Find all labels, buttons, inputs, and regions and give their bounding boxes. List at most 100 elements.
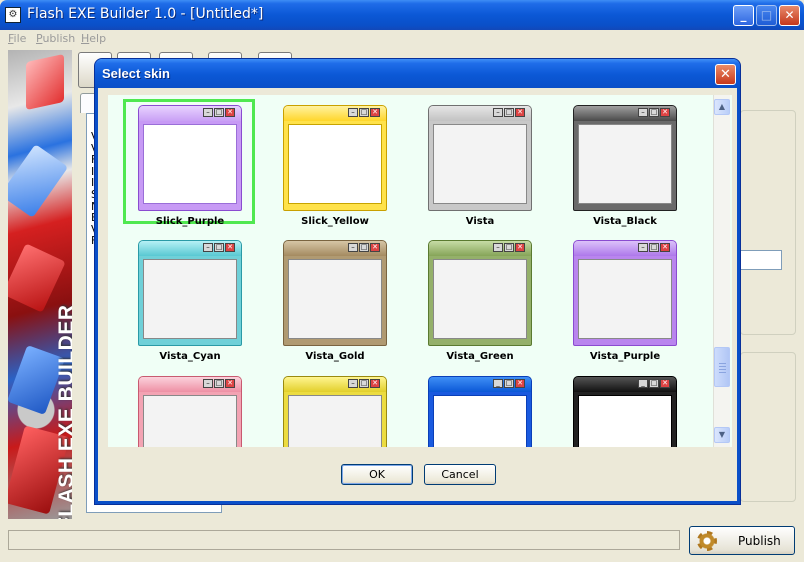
skin-preview-controls: – □ ✕ <box>203 108 235 118</box>
settings-field[interactable] <box>740 250 782 270</box>
skin-option[interactable]: – □ ✕ Vista_Green <box>428 240 532 366</box>
skin-preview-body <box>433 395 527 447</box>
skin-preview-titlebar: – □ ✕ <box>284 106 386 121</box>
close-icon: ✕ <box>370 108 380 117</box>
skin-preview-body <box>288 395 382 447</box>
close-icon: ✕ <box>515 379 525 388</box>
skin-preview: – □ ✕ <box>283 105 387 211</box>
skin-preview-body <box>578 395 672 447</box>
skin-name: Vista_Purple <box>589 351 661 362</box>
skin-preview-titlebar: – □ ✕ <box>429 241 531 256</box>
skin-name: Vista <box>465 216 495 227</box>
minimize-icon: – <box>493 108 503 117</box>
close-button[interactable]: ✕ <box>779 5 800 26</box>
minimize-icon: – <box>203 243 213 252</box>
skin-preview: – □ ✕ <box>428 240 532 346</box>
maximize-icon: □ <box>649 108 659 117</box>
skin-preview-titlebar: – □ ✕ <box>574 241 676 256</box>
maximize-icon: □ <box>649 243 659 252</box>
select-skin-dialog: Select skin ✕ – □ ✕ Slick_Purple – □ ✕ Slick_Ye… <box>95 59 740 504</box>
ok-button[interactable]: OK <box>341 464 413 485</box>
skin-preview-controls: _ □ ✕ <box>493 379 525 389</box>
dialog-close-button[interactable]: ✕ <box>715 64 736 85</box>
publish-button[interactable]: Publish <box>689 526 795 555</box>
close-icon: ✕ <box>660 379 670 388</box>
menu-publish[interactable]: Publish <box>36 32 75 45</box>
skin-preview-body <box>433 259 527 339</box>
maximize-icon: □ <box>214 108 224 117</box>
skin-preview-titlebar: _ □ ✕ <box>429 377 531 392</box>
settings-group-bottom <box>740 352 796 502</box>
skin-preview-controls: – □ ✕ <box>638 243 670 253</box>
skin-preview-controls: – □ ✕ <box>638 108 670 118</box>
minimize-icon: _ <box>638 379 648 388</box>
publish-label: Publish <box>738 534 781 548</box>
minimize-icon: – <box>348 108 358 117</box>
skin-preview-controls: – □ ✕ <box>348 243 380 253</box>
minimize-icon: – <box>638 243 648 252</box>
skin-preview: _ □ ✕ <box>428 376 532 447</box>
maximize-icon: □ <box>504 243 514 252</box>
skin-preview-controls: – □ ✕ <box>348 108 380 118</box>
minimize-icon: _ <box>493 379 503 388</box>
skin-preview-body <box>288 124 382 204</box>
skin-gallery-scrollbar[interactable]: ▲ ▼ <box>713 95 730 447</box>
skin-name: Slick_Yellow <box>301 216 369 227</box>
menu-help[interactable]: Help <box>81 32 106 45</box>
skin-option[interactable]: – □ ✕ Vista <box>428 105 532 231</box>
skin-preview: – □ ✕ <box>138 376 242 447</box>
scroll-up-arrow[interactable]: ▲ <box>714 99 730 115</box>
skin-preview-body <box>578 124 672 204</box>
dialog-title-bar[interactable]: Select skin ✕ <box>95 59 740 88</box>
skin-preview-controls: – □ ✕ <box>493 108 525 118</box>
skin-preview-controls: _ □ ✕ <box>638 379 670 389</box>
scroll-down-arrow[interactable]: ▼ <box>714 427 730 443</box>
close-icon: ✕ <box>370 243 380 252</box>
skin-name: Vista_Black <box>593 216 657 227</box>
skin-preview-titlebar: – □ ✕ <box>139 106 241 121</box>
minimize-icon: – <box>203 379 213 388</box>
skin-preview-body <box>143 124 237 204</box>
skin-option[interactable]: _ □ ✕ <box>573 376 677 447</box>
scroll-thumb[interactable] <box>714 347 730 387</box>
minimize-icon: – <box>638 108 648 117</box>
menu-file[interactable]: File <box>8 32 26 45</box>
maximize-icon: □ <box>214 243 224 252</box>
close-icon: ✕ <box>370 379 380 388</box>
close-icon: ✕ <box>515 108 525 117</box>
maximize-icon: □ <box>359 243 369 252</box>
maximize-button[interactable]: □ <box>756 5 777 26</box>
cancel-button[interactable]: Cancel <box>424 464 496 485</box>
skin-preview-titlebar: – □ ✕ <box>284 377 386 392</box>
skin-preview: – □ ✕ <box>283 376 387 447</box>
minimize-icon: – <box>348 379 358 388</box>
skin-preview-body <box>433 124 527 204</box>
skin-option[interactable]: – □ ✕ Slick_Purple <box>123 99 255 231</box>
skin-preview-controls: – □ ✕ <box>203 379 235 389</box>
skin-preview: – □ ✕ <box>573 240 677 346</box>
skin-name: Vista_Green <box>446 351 514 362</box>
skin-preview: – □ ✕ <box>428 105 532 211</box>
main-title-bar[interactable]: ⚙ Flash EXE Builder 1.0 - [Untitled*] _ … <box>0 0 804 30</box>
minimize-button[interactable]: _ <box>733 5 754 26</box>
skin-option[interactable]: – □ ✕ Vista_Cyan <box>138 240 242 366</box>
skin-preview: – □ ✕ <box>138 105 242 211</box>
skin-option[interactable]: – □ ✕ Vista_Purple <box>573 240 677 366</box>
skin-name: Slick_Purple <box>155 216 225 227</box>
brand-text: FLASH EXE BUILDER <box>55 304 72 519</box>
skin-option[interactable]: – □ ✕ Vista_Gold <box>283 240 387 366</box>
app-icon: ⚙ <box>5 7 21 23</box>
dialog-title: Select skin <box>102 66 170 81</box>
skin-option[interactable]: – □ ✕ Slick_Yellow <box>283 105 387 231</box>
brand-banner: FLASH EXE BUILDER <box>8 50 72 519</box>
skin-gallery[interactable]: – □ ✕ Slick_Purple – □ ✕ Slick_Yellow – □ ✕ Vista – □… <box>108 95 732 447</box>
skin-preview-titlebar: – □ ✕ <box>139 377 241 392</box>
maximize-icon: □ <box>214 379 224 388</box>
skin-option[interactable]: – □ ✕ <box>283 376 387 447</box>
close-icon: ✕ <box>660 108 670 117</box>
skin-preview-body <box>143 259 237 339</box>
skin-option[interactable]: – □ ✕ <box>138 376 242 447</box>
skin-option[interactable]: _ □ ✕ <box>428 376 532 447</box>
skin-preview: – □ ✕ <box>573 105 677 211</box>
skin-option[interactable]: – □ ✕ Vista_Black <box>573 105 677 231</box>
